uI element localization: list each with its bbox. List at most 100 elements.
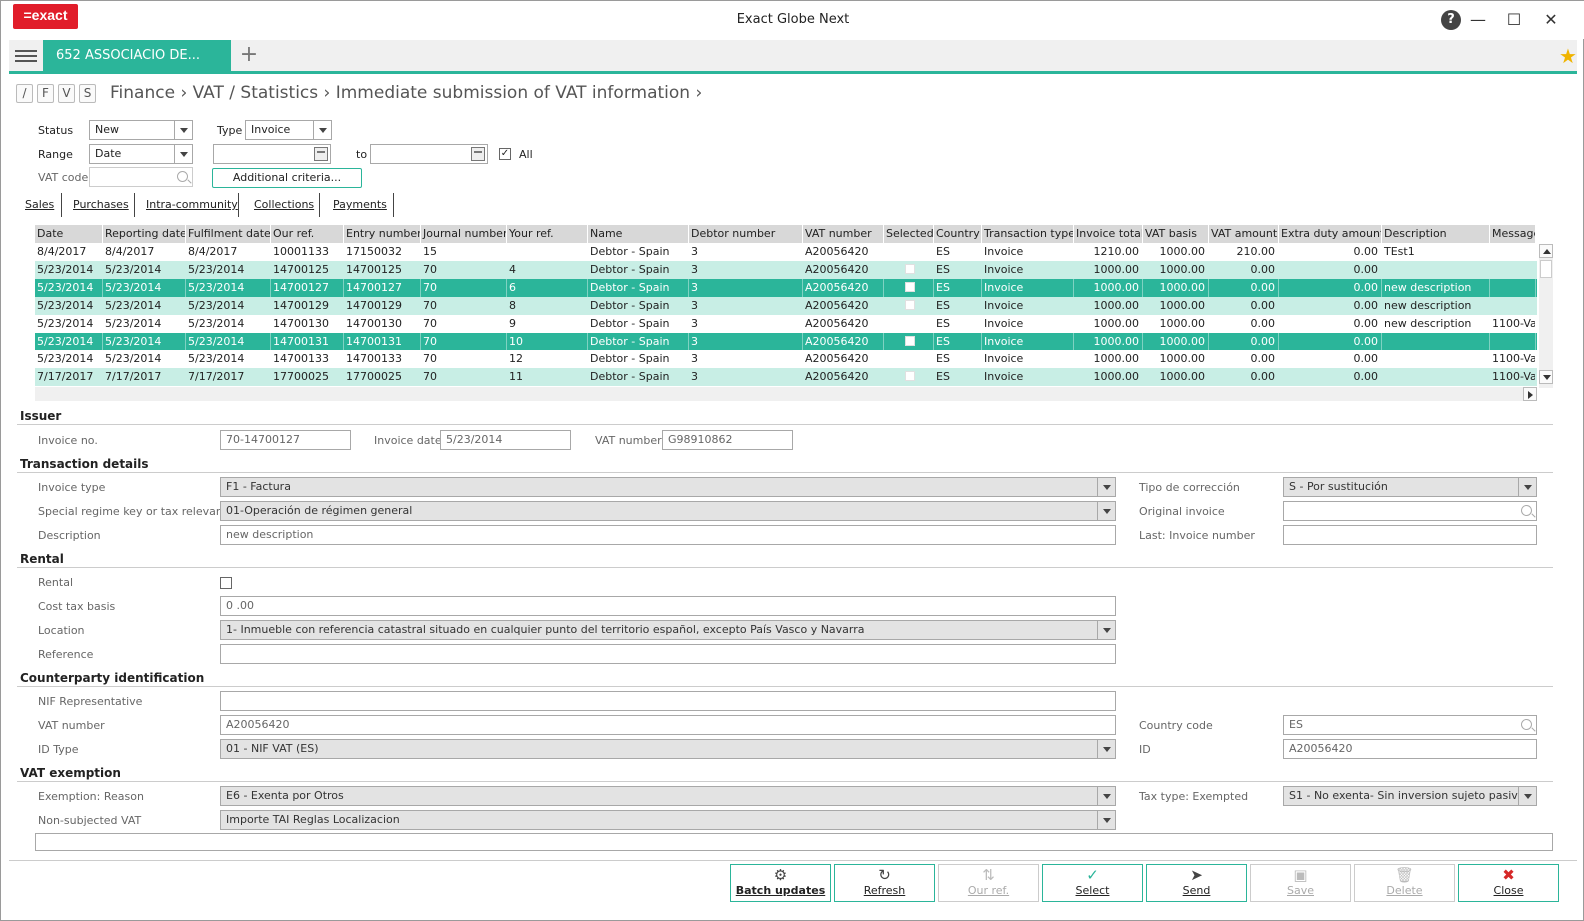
table-cell[interactable]: 3 <box>689 315 803 333</box>
table-cell[interactable]: 1000.00 <box>1143 332 1209 351</box>
chevron-down-icon[interactable] <box>313 121 331 139</box>
table-cell[interactable]: 0.00 <box>1279 278 1382 297</box>
grid-header-cell[interactable]: Extra duty amount <box>1279 225 1382 243</box>
table-cell[interactable]: 17700025 <box>271 368 344 386</box>
table-cell[interactable]: 7/17/2017 <box>103 368 186 386</box>
table-cell[interactable]: A20056420 <box>803 297 884 315</box>
table-cell[interactable]: 8/4/2017 <box>35 243 103 261</box>
minimize-button[interactable]: — <box>1467 9 1489 31</box>
table-cell[interactable] <box>1382 368 1490 386</box>
chevron-down-icon[interactable] <box>1097 478 1115 496</box>
grid-header-cell[interactable]: Journal number <box>421 225 507 243</box>
table-cell[interactable]: 5/23/2014 <box>103 332 186 351</box>
exemption-reason-select[interactable]: E6 - Exenta por Otros <box>220 786 1116 806</box>
table-cell[interactable]: 5/23/2014 <box>35 315 103 333</box>
table-cell[interactable]: 5/23/2014 <box>186 297 271 315</box>
table-cell[interactable]: 1000.00 <box>1074 350 1143 368</box>
table-cell[interactable]: ES <box>934 278 982 297</box>
tab-sales[interactable]: Sales <box>19 193 62 217</box>
table-cell[interactable]: 5/23/2014 <box>103 278 186 297</box>
grid-header-cell[interactable]: VAT number <box>803 225 884 243</box>
table-cell[interactable]: Debtor - Spain <box>588 332 689 351</box>
table-cell[interactable] <box>1382 261 1490 279</box>
table-cell[interactable]: ES <box>934 350 982 368</box>
tab-collections[interactable]: Collections <box>248 193 320 217</box>
table-cell[interactable]: 5/23/2014 <box>186 350 271 368</box>
batch-updates-button[interactable]: ⚙ Batch updates <box>730 864 831 902</box>
table-cell[interactable]: 14700127 <box>271 278 344 297</box>
grid-header-cell[interactable]: Name <box>588 225 689 243</box>
table-cell[interactable] <box>1490 332 1536 351</box>
maximize-button[interactable]: ☐ <box>1503 9 1525 31</box>
table-cell[interactable]: A20056420 <box>803 278 884 297</box>
table-cell[interactable]: 70 <box>421 350 507 368</box>
selected-checkbox-cell[interactable] <box>884 243 934 261</box>
horizontal-scrollbar[interactable] <box>35 387 1537 401</box>
additional-criteria-button[interactable]: Additional criteria... <box>212 168 362 188</box>
shortcut-s-button[interactable]: S <box>79 84 96 103</box>
regime-select[interactable]: 01-Operación de régimen general <box>220 501 1116 521</box>
table-cell[interactable] <box>1490 261 1536 279</box>
counterparty-vat-field[interactable]: A20056420 <box>220 715 1116 735</box>
table-cell[interactable]: new description <box>1382 278 1490 297</box>
selected-checkbox-cell[interactable] <box>884 297 934 315</box>
grid-header-cell[interactable]: VAT amount <box>1209 225 1279 243</box>
rental-checkbox[interactable] <box>220 577 232 589</box>
table-cell[interactable]: 6 <box>507 278 588 297</box>
search-icon[interactable] <box>1521 505 1532 516</box>
table-cell[interactable]: 0.00 <box>1279 243 1382 261</box>
table-cell[interactable]: 5/23/2014 <box>103 350 186 368</box>
table-cell[interactable]: ES <box>934 315 982 333</box>
chevron-down-icon[interactable] <box>1097 740 1115 758</box>
range-from-input[interactable] <box>213 144 331 164</box>
table-cell[interactable]: 14700133 <box>271 350 344 368</box>
row-selected-checkbox[interactable] <box>904 281 915 292</box>
all-checkbox[interactable]: ✓ <box>499 148 511 160</box>
table-cell[interactable]: 0.00 <box>1279 350 1382 368</box>
table-cell[interactable]: 70 <box>421 332 507 351</box>
table-cell[interactable]: Invoice <box>982 243 1074 261</box>
selected-checkbox-cell[interactable] <box>884 332 934 351</box>
table-cell[interactable]: new description <box>1382 297 1490 315</box>
scroll-right-icon[interactable] <box>1523 387 1537 401</box>
chevron-down-icon[interactable] <box>174 121 192 139</box>
table-cell[interactable]: Debtor - Spain <box>588 261 689 279</box>
table-cell[interactable]: new description <box>1382 315 1490 333</box>
table-cell[interactable]: 10 <box>507 332 588 351</box>
table-cell[interactable]: ES <box>934 261 982 279</box>
range-to-input[interactable] <box>370 144 488 164</box>
chevron-down-icon[interactable] <box>1097 811 1115 829</box>
search-icon[interactable] <box>1521 719 1532 730</box>
correction-select[interactable]: S - Por sustitución <box>1283 477 1537 497</box>
table-cell[interactable]: A20056420 <box>803 315 884 333</box>
table-cell[interactable]: 1000.00 <box>1074 297 1143 315</box>
grid-header-cell[interactable]: Our ref. <box>271 225 344 243</box>
table-row[interactable]: 5/23/2014 5/23/2014 5/23/2014 14700133 14700… <box>35 350 1537 369</box>
tab-company[interactable]: 652 ASSOCIACIO DE... <box>43 40 231 71</box>
tab-intra-community[interactable]: Intra-community <box>140 193 239 217</box>
table-cell[interactable]: 17150032 <box>344 243 421 261</box>
table-row[interactable]: 8/4/2017 8/4/2017 8/4/2017 10001133 17150032… <box>35 243 1537 261</box>
table-cell[interactable]: 1000.00 <box>1143 297 1209 315</box>
vat-code-input[interactable] <box>89 167 193 187</box>
table-cell[interactable]: 1000.00 <box>1143 350 1209 368</box>
nif-input[interactable] <box>220 691 1116 711</box>
table-cell[interactable]: 70 <box>421 278 507 297</box>
table-cell[interactable]: 14700131 <box>271 332 344 351</box>
table-cell[interactable]: 14700125 <box>271 261 344 279</box>
table-row[interactable]: 5/23/2014 5/23/2014 5/23/2014 14700131 14700… <box>35 332 1537 351</box>
send-button[interactable]: ➤ Send <box>1146 864 1247 902</box>
table-cell[interactable]: 1000.00 <box>1143 315 1209 333</box>
grid-header-cell[interactable]: Entry number <box>344 225 421 243</box>
table-cell[interactable]: 70 <box>421 368 507 386</box>
table-cell[interactable]: Invoice <box>982 350 1074 368</box>
message-field[interactable] <box>35 833 1553 851</box>
grid-header-cell[interactable]: Fulfilment date <box>186 225 271 243</box>
tab-purchases[interactable]: Purchases <box>67 193 135 217</box>
table-cell[interactable]: 3 <box>689 243 803 261</box>
table-cell[interactable]: Invoice <box>982 297 1074 315</box>
table-cell[interactable]: ES <box>934 297 982 315</box>
table-row[interactable]: 5/23/2014 5/23/2014 5/23/2014 14700129 14700… <box>35 296 1537 315</box>
table-cell[interactable]: Debtor - Spain <box>588 368 689 386</box>
our-ref-button[interactable]: ⇅ Our ref. <box>938 864 1039 902</box>
